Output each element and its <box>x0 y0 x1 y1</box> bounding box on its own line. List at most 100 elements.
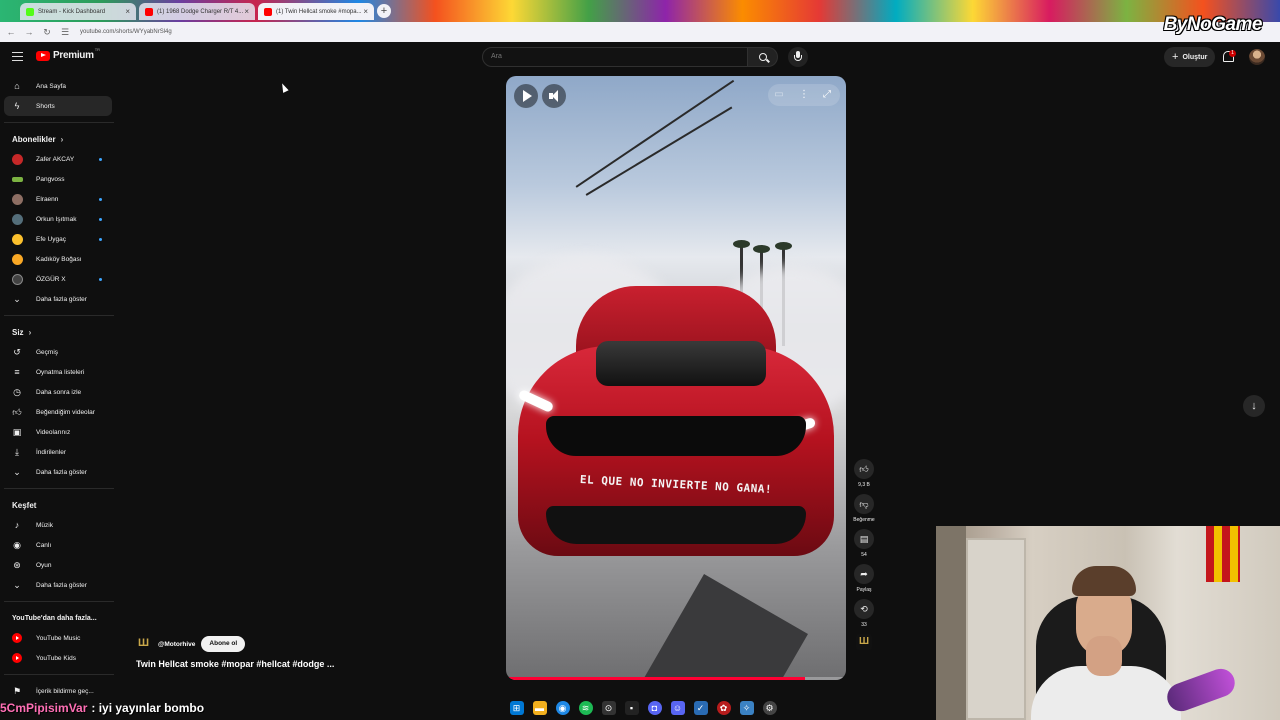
gaming-icon: ⊛ <box>13 559 21 570</box>
you-heading[interactable]: Siz › <box>0 322 118 342</box>
sidebar-item-youtube-kids[interactable]: YouTube Kids <box>4 648 112 668</box>
app-icon[interactable]: ✿ <box>716 701 731 715</box>
close-icon[interactable]: × <box>244 7 249 16</box>
sidebar-item-subscription[interactable]: Zafer AKCAY <box>4 149 112 169</box>
chrome-icon[interactable]: ◉ <box>555 701 570 715</box>
microphone <box>1163 664 1239 716</box>
next-video-arrow-icon[interactable]: ↓ <box>1243 395 1265 417</box>
sidebar-show-more[interactable]: ⌄ Daha fazla göster <box>4 289 112 309</box>
sidebar-item-playlists[interactable]: ≡ Oynatma listeleri <box>4 362 112 382</box>
discord-icon[interactable]: ☺ <box>670 701 685 715</box>
subscriptions-heading[interactable]: Abonelikler › <box>0 129 118 149</box>
sidebar-item-label: Geçmiş <box>36 348 59 356</box>
sidebar-item-subscription[interactable]: Kadıköy Boğası <box>4 249 112 269</box>
spotify-icon[interactable]: ≋ <box>578 701 593 715</box>
reload-icon[interactable]: ↻ <box>40 27 54 38</box>
thumbs-up-icon: 👍︎ <box>12 406 22 417</box>
captions-icon[interactable]: ▭ <box>772 88 786 102</box>
start-icon[interactable]: ⊞ <box>509 701 524 715</box>
share-icon[interactable]: ➦ <box>854 564 874 584</box>
logo-country: TR <box>94 47 101 52</box>
sidebar-item-liked-videos[interactable]: 👍︎ Beğendiğim videolar <box>4 402 112 422</box>
chevron-down-icon: ⌄ <box>13 466 21 477</box>
twitch-icon[interactable]: ◘ <box>647 701 662 715</box>
sidebar-item-youtube-music[interactable]: YouTube Music <box>4 628 112 648</box>
chat-message-overlay: 5CmPipisimVar : iyi yayınlar bombo <box>0 698 204 718</box>
sidebar-item-label: İndirilenler <box>36 448 66 456</box>
tab-dodge-charger[interactable]: (1) 1968 Dodge Charger R/T 4... × <box>139 3 255 20</box>
like-action[interactable]: 👍︎ 9,3 B <box>852 459 876 488</box>
sidebar-item-subscription[interactable]: Pangvoss <box>4 169 112 189</box>
create-label: Oluştur <box>1182 53 1208 61</box>
search-button[interactable] <box>748 47 778 67</box>
channel-name[interactable]: @Motorhive <box>158 641 195 648</box>
hamburger-menu-icon[interactable] <box>12 52 23 61</box>
close-icon[interactable]: × <box>363 7 368 16</box>
tab-kick-dashboard[interactable]: Stream - Kick Dashboard × <box>20 3 136 20</box>
sidebar-item-label: Daha fazla göster <box>36 468 87 476</box>
sidebar-item-label: Oynatma listeleri <box>36 368 85 376</box>
remix-icon[interactable]: ⟲ <box>854 599 874 619</box>
remix-action[interactable]: ⟲ 33 <box>852 599 876 628</box>
sidebar-item-history[interactable]: ↺ Geçmiş <box>4 342 112 362</box>
sidebar-item-label: Oyun <box>36 561 52 569</box>
sidebar-show-more[interactable]: ⌄ Daha fazla göster <box>4 462 112 482</box>
sidebar-item-music[interactable]: ♪ Müzik <box>4 515 112 535</box>
volume-button[interactable] <box>542 84 566 108</box>
sidebar-item-shorts[interactable]: ϟ Shorts <box>4 96 112 116</box>
streamer-hand <box>1086 636 1122 676</box>
sidebar-item-watch-later[interactable]: ◷ Daha sonra izle <box>4 382 112 402</box>
shorts-video-player[interactable]: EL QUE NO INVIERTE NO GANA! ▭ ⋮ ⤢ <box>506 76 846 680</box>
comments-action[interactable]: ▤ 54 <box>852 529 876 558</box>
account-avatar[interactable] <box>1249 49 1265 65</box>
new-tab-button[interactable]: + <box>377 4 391 18</box>
sidebar-item-subscription[interactable]: Elraenn <box>4 189 112 209</box>
sidebar-item-gaming[interactable]: ⊛ Oyun <box>4 555 112 575</box>
divider <box>4 122 114 123</box>
steam-icon[interactable]: ✓ <box>693 701 708 715</box>
chevron-right-icon: › <box>60 134 64 144</box>
close-icon[interactable]: × <box>125 7 130 16</box>
sidebar-item-downloads[interactable]: ⤓ İndirilenler <box>4 442 112 462</box>
share-action[interactable]: ➦ Paylaş <box>852 564 876 593</box>
like-count: 9,3 B <box>858 482 870 488</box>
dislike-action[interactable]: 👎︎ Beğenme <box>852 494 876 523</box>
video-progress-bar[interactable] <box>506 677 846 680</box>
youtube-logo[interactable]: Premium TR <box>36 47 101 61</box>
sidebar-item-live[interactable]: ◉ Canlı <box>4 535 112 555</box>
sidebar-item-subscription[interactable]: Orkun Işıtmak <box>4 209 112 229</box>
sidebar-item-subscription[interactable]: ÖZGÜR X <box>4 269 112 289</box>
app-icon[interactable]: ✧ <box>739 701 754 715</box>
sidebar-item-your-videos[interactable]: ▣ Videolarınız <box>4 422 112 442</box>
app-icon[interactable]: ▪ <box>624 701 639 715</box>
subscribe-button[interactable]: Abone ol <box>201 636 246 652</box>
sidebar-item-subscription[interactable]: Efe Uygaç <box>4 229 112 249</box>
thumbs-down-icon[interactable]: 👎︎ <box>854 494 874 514</box>
video-title[interactable]: Twin Hellcat smoke #mopar #hellcat #dodg… <box>136 659 334 669</box>
voice-search-button[interactable] <box>788 47 808 67</box>
forward-icon[interactable]: → <box>22 27 36 37</box>
sidebar-item-home[interactable]: ⌂ Ana Sayfa <box>4 76 112 96</box>
tab-twin-hellcat[interactable]: (1) Twin Hellcat smoke #mopa... × <box>258 3 374 20</box>
create-button[interactable]: + Oluştur <box>1164 47 1216 67</box>
obs-icon[interactable]: ⊙ <box>601 701 616 715</box>
sidebar-item-label: Pangvoss <box>36 175 65 183</box>
sidebar-show-more[interactable]: ⌄ Daha fazla göster <box>4 575 112 595</box>
url-field[interactable]: youtube.com/shorts/WYyabNrSl4g <box>80 29 172 35</box>
site-info-icon[interactable]: ☰ <box>58 27 72 38</box>
fullscreen-icon[interactable]: ⤢ <box>820 88 834 102</box>
comment-count: 54 <box>861 552 867 558</box>
search-input[interactable]: Ara <box>482 47 748 67</box>
settings-icon[interactable]: ⚙ <box>762 701 777 715</box>
play-button[interactable] <box>514 84 538 108</box>
back-icon[interactable]: ← <box>4 27 18 37</box>
channel-logo-icon[interactable]: Ш <box>138 637 152 651</box>
comment-icon[interactable]: ▤ <box>854 529 874 549</box>
sidebar-item-label: İçerik bildirme geç... <box>36 687 94 695</box>
door <box>966 538 1026 720</box>
channel-logo-icon[interactable]: Ш <box>856 634 872 650</box>
more-options-icon[interactable]: ⋮ <box>797 88 811 102</box>
plus-icon: + <box>1172 51 1179 63</box>
file-explorer-icon[interactable]: ▬ <box>532 701 547 715</box>
thumbs-up-icon[interactable]: 👍︎ <box>854 459 874 479</box>
